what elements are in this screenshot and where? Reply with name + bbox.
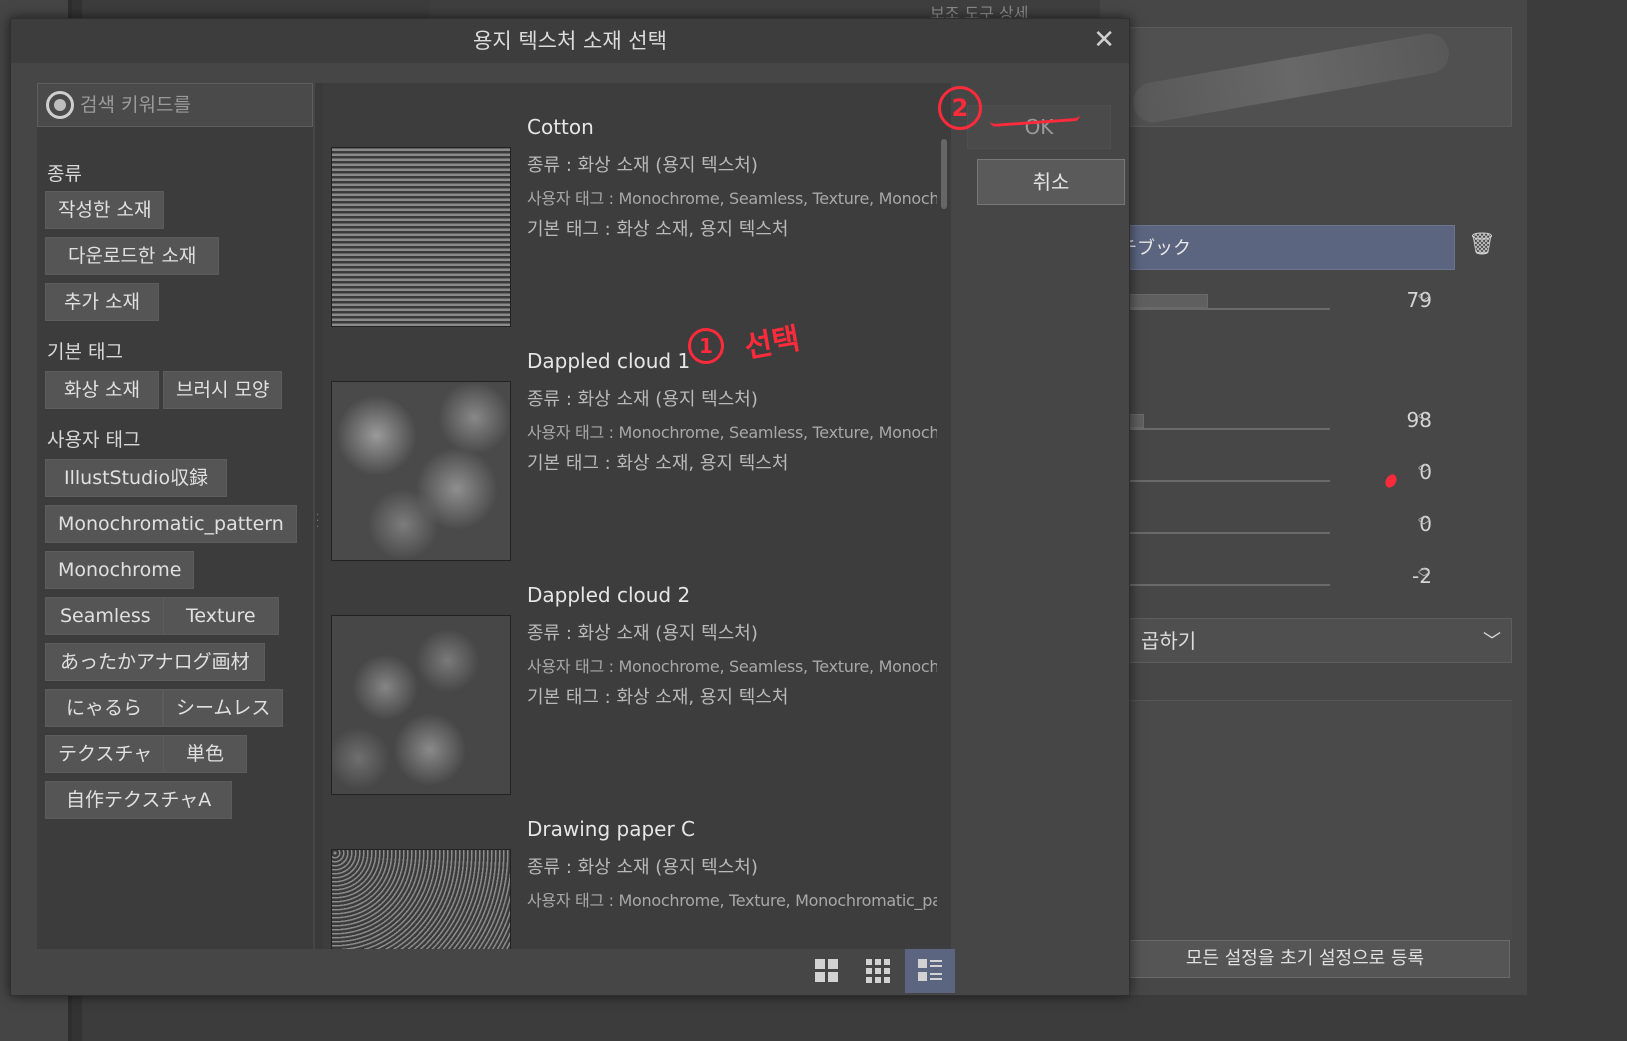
tag-kind[interactable]: 추가 소재 bbox=[45, 283, 159, 321]
texture-thumbnail bbox=[331, 147, 511, 327]
list-item[interactable]: Dappled cloud 2 종류 : 화상 소재 (용지 텍스처) 사용자 … bbox=[323, 575, 951, 811]
tag-basic[interactable]: 브러시 모양 bbox=[163, 371, 283, 409]
annotation-step-2: 2 bbox=[938, 86, 982, 130]
cancel-button[interactable]: 취소 bbox=[977, 159, 1125, 205]
ok-button[interactable]: OK bbox=[967, 105, 1111, 149]
setting-row-1[interactable]: 79 ︿ ﹀ bbox=[1100, 285, 1512, 328]
item-kind: 종류 : 화상 소재 (용지 텍스처) bbox=[527, 155, 758, 176]
item-name: Drawing paper C bbox=[527, 817, 696, 841]
section-basic-tags-label: 기본 태그 bbox=[47, 341, 123, 363]
texture-thumbnail bbox=[331, 381, 511, 561]
dialog-title: 용지 텍스처 소재 선택 bbox=[11, 19, 1129, 63]
search-icon bbox=[46, 91, 74, 119]
tag-user[interactable]: あったかアナログ画材 bbox=[45, 643, 265, 681]
blend-mode-value: 곱하기 bbox=[1141, 629, 1197, 653]
tag-user[interactable]: IllustStudio収録 bbox=[45, 459, 228, 497]
texture-thumbnail bbox=[331, 615, 511, 795]
filter-pane: 종류 작성한 소재 다운로드한 소재 추가 소재 기본 태그 화상 소재 브러시… bbox=[37, 83, 313, 949]
tag-user[interactable]: シームレス bbox=[163, 689, 284, 727]
register-initial-settings-button[interactable]: 모든 설정을 초기 설정으로 등록 bbox=[1100, 940, 1510, 978]
texture-thumbnail bbox=[331, 849, 511, 949]
annotation-step-1: 1 bbox=[688, 328, 724, 364]
sub-tool-detail-panel: ッチブック 🗑 79 ︿ ﹀ 98 ︿ ﹀ 0 ︿ ﹀ 0 ︿ ﹀ -2 ︿ ﹀ 곱 bbox=[1100, 0, 1527, 995]
item-kind: 종류 : 화상 소재 (용지 텍스처) bbox=[527, 857, 758, 878]
tag-user[interactable]: テクスチャ bbox=[45, 735, 166, 773]
spinner-icon[interactable]: ︿ ﹀ bbox=[1418, 457, 1430, 480]
pane-splitter[interactable]: · · · bbox=[315, 83, 323, 949]
chevron-down-icon: ﹀ bbox=[1483, 631, 1501, 652]
tag-user[interactable]: 単色 bbox=[163, 735, 248, 773]
item-basic-tags: 기본 태그 : 화상 소재, 용지 텍스처 bbox=[527, 453, 789, 474]
item-basic-tags: 기본 태그 : 화상 소재, 용지 텍스처 bbox=[527, 687, 789, 708]
section-kind-label: 종류 bbox=[47, 163, 82, 185]
trash-icon[interactable]: 🗑 bbox=[1468, 232, 1496, 257]
tag-kind[interactable]: 작성한 소재 bbox=[45, 191, 165, 229]
tag-user[interactable]: にゃるら bbox=[45, 689, 164, 727]
item-kind: 종류 : 화상 소재 (용지 텍스처) bbox=[527, 389, 758, 410]
paper-texture-dialog: 용지 텍스처 소재 선택 ✕ 종류 작성한 소재 다운로드한 소재 추가 소재 … bbox=[10, 18, 1130, 996]
spinner-icon[interactable]: ︿ ﹀ bbox=[1418, 405, 1430, 428]
blend-mode-select[interactable]: 곱하기 ﹀ bbox=[1100, 618, 1512, 663]
brush-preview bbox=[1100, 27, 1512, 127]
list-item[interactable]: Drawing paper C 종류 : 화상 소재 (용지 텍스처) 사용자 … bbox=[323, 809, 951, 949]
item-user-tags: 사용자 태그 : Monochrome, Seamless, Texture, … bbox=[527, 423, 937, 442]
app-window: 보조 도구 상세 ✕ ッチブック 🗑 79 ︿﹀ 98 ︿﹀ 0 ︿﹀ 0 ︿﹀ bbox=[0, 0, 1627, 1041]
spinner-icon[interactable]: ︿ ﹀ bbox=[1418, 509, 1430, 532]
detail-list-view-icon[interactable] bbox=[905, 949, 955, 993]
tag-basic[interactable]: 화상 소재 bbox=[45, 371, 159, 409]
list-item[interactable]: Cotton 종류 : 화상 소재 (용지 텍스처) 사용자 태그 : Mono… bbox=[323, 107, 951, 343]
large-grid-view-icon[interactable] bbox=[801, 949, 851, 993]
item-user-tags: 사용자 태그 : Monochrome, Seamless, Texture, … bbox=[527, 189, 937, 208]
section-user-tags-label: 사용자 태그 bbox=[47, 429, 141, 451]
item-kind: 종류 : 화상 소재 (용지 텍스처) bbox=[527, 623, 758, 644]
setting-row-3[interactable]: 0 ︿ ﹀ bbox=[1100, 457, 1512, 500]
material-list: Cotton 종류 : 화상 소재 (용지 텍스처) 사용자 태그 : Mono… bbox=[323, 83, 951, 949]
tag-user[interactable]: Seamless bbox=[45, 597, 166, 635]
paper-texture-field[interactable]: ッチブック bbox=[1100, 225, 1455, 270]
item-user-tags: 사용자 태그 : Monochrome, Texture, Monochroma… bbox=[527, 891, 937, 910]
item-name: Dappled cloud 1 bbox=[527, 349, 691, 373]
tag-user[interactable]: Texture bbox=[163, 597, 279, 635]
item-user-tags: 사용자 태그 : Monochrome, Seamless, Texture, … bbox=[527, 657, 937, 676]
tag-user[interactable]: Monochrome bbox=[45, 551, 195, 589]
setting-row-4[interactable]: 0 ︿ ﹀ bbox=[1100, 509, 1512, 552]
setting-row-5[interactable]: -2 ︿ ﹀ bbox=[1100, 561, 1512, 604]
description-area: 다. bbox=[1100, 700, 1512, 940]
setting-row-2[interactable]: 98 ︿ ﹀ bbox=[1100, 405, 1512, 448]
tag-kind[interactable]: 다운로드한 소재 bbox=[45, 237, 220, 275]
item-basic-tags: 기본 태그 : 화상 소재, 용지 텍스처 bbox=[527, 219, 789, 240]
spinner-icon[interactable]: ︿ ﹀ bbox=[1418, 285, 1430, 308]
search-box[interactable] bbox=[37, 83, 313, 127]
tag-user[interactable]: Monochromatic_pattern bbox=[45, 505, 297, 543]
small-grid-view-icon[interactable] bbox=[853, 949, 903, 993]
list-item[interactable]: Dappled cloud 1 종류 : 화상 소재 (용지 텍스처) 사용자 … bbox=[323, 341, 951, 577]
item-name: Dappled cloud 2 bbox=[527, 583, 691, 607]
tag-user[interactable]: 自作テクスチャA bbox=[45, 781, 233, 819]
item-name: Cotton bbox=[527, 115, 594, 139]
search-input[interactable] bbox=[80, 84, 310, 126]
close-icon[interactable]: ✕ bbox=[1093, 25, 1115, 55]
spinner-icon[interactable]: ︿ ﹀ bbox=[1418, 561, 1430, 584]
